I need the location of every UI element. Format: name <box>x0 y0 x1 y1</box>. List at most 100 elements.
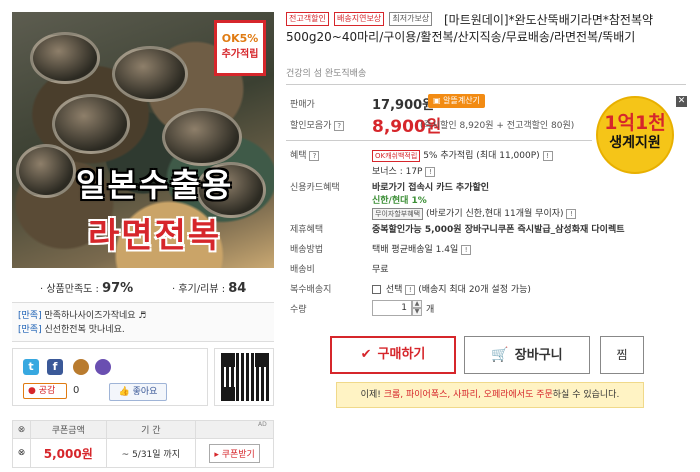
kakaostory-icon[interactable] <box>73 359 89 375</box>
review-label: · 후기/리뷰 : <box>172 284 226 295</box>
shipping-method: 택배 평균배송일 1.4일 <box>372 245 459 255</box>
facebook-icon[interactable]: f <box>47 359 63 375</box>
review-item[interactable]: [만족] 신선한전복 맛나네요. <box>18 323 268 337</box>
abalone-shape <box>16 144 76 198</box>
ok-cashback-text: 5% 추가적립 (최대 11,000P) <box>423 151 540 161</box>
cart-label: 장바구니 <box>514 348 563 363</box>
info-icon[interactable]: ! <box>566 208 577 219</box>
qty-decrease-icon[interactable]: ▼ <box>412 308 422 316</box>
discount-label: 할인모음가 <box>290 121 332 131</box>
qr-box <box>214 348 274 406</box>
check-icon: ✔ <box>360 347 372 362</box>
calculator-button[interactable]: ▣ 알뜰계산기 <box>428 94 485 108</box>
shipping-fee: 무료 <box>372 265 389 275</box>
satisfaction: · 상품만족도 : 97% <box>40 280 133 296</box>
multi-ship-row: 선택 ! (배송지 최대 20개 설정 가능) <box>372 282 531 295</box>
promo-badge[interactable]: 1억1천 생계지원 <box>596 96 674 174</box>
card-title: 바로가기 접속시 카드 추가할인 <box>372 180 489 193</box>
discount-label-row: 할인모음가 ? <box>290 118 345 131</box>
benefit-label: 혜택 <box>290 151 307 161</box>
review-preview: [만족] 만족하나사이즈가작네요 ♬ [만족] 신선한전복 맛나네요. <box>12 302 274 342</box>
ratings-bar: · 상품만족도 : 97% · 후기/리뷰 : 84 <box>12 278 274 298</box>
coupon-icon: ⊗ <box>12 438 31 468</box>
share-box: t f ● 공감 0 👍 좋아요 <box>12 348 208 406</box>
cart-button[interactable]: 🛒 장바구니 <box>464 336 590 374</box>
gonggam-button[interactable]: ● 공감 <box>23 383 67 399</box>
partner-text[interactable]: 중복할인가능 5,000원 장바구니쿠폰 즉시발급_삼성화재 다이렉트 <box>372 222 625 235</box>
ok-cashback-row: OK캐쉬백적립 5% 추가적립 (최대 11,000P) ! <box>372 148 553 162</box>
coupon-header-icon: ⊗ <box>12 419 31 440</box>
promo-line2: 생계지원 <box>609 135 661 151</box>
partner-label: 제휴혜택 <box>290 225 324 235</box>
promo-line1: 1억1천 <box>604 112 666 134</box>
multi-ship-option: 선택 <box>385 285 403 295</box>
chat-icon[interactable] <box>95 359 111 375</box>
qty-unit: 개 <box>426 305 435 315</box>
shipping-method-row: 택배 평균배송일 1.4일 ! <box>372 242 472 255</box>
info-icon[interactable]: ! <box>461 244 472 255</box>
multi-ship-label: 복수배송지 <box>290 285 332 295</box>
help-icon[interactable]: ? <box>334 120 345 131</box>
image-overlay-title1: 일본수출용 <box>76 166 234 204</box>
image-overlay-title2: 라면전복 <box>88 216 222 256</box>
notice-browsers: 크롬, 파이어폭스, 사파리, 오페라에서도 주문 <box>383 390 553 400</box>
review-tag: [만족] <box>18 311 42 321</box>
card-label: 신용카드혜택 <box>290 183 340 193</box>
info-icon[interactable]: ! <box>405 284 416 295</box>
product-subtitle: 건강의 섬 완도직배송 <box>286 69 367 79</box>
coupon-header-period: 기 간 <box>105 419 197 440</box>
satisfaction-value: 97% <box>102 281 134 296</box>
abalone-shape <box>30 32 100 84</box>
qty-increase-icon[interactable]: ▲ <box>412 300 422 308</box>
multi-ship-checkbox[interactable] <box>372 285 381 294</box>
benefit-label-row: 혜택 ? <box>290 148 320 161</box>
review-value: 84 <box>228 281 247 296</box>
quantity-input[interactable]: 1 <box>372 300 412 316</box>
review-item[interactable]: [만족] 만족하나사이즈가작네요 ♬ <box>18 309 268 323</box>
wish-button[interactable]: 찜 <box>600 336 644 374</box>
qr-code-icon <box>221 353 269 401</box>
close-icon[interactable]: ✕ <box>676 96 687 107</box>
gonggam-label: 공감 <box>38 386 56 396</box>
coupon-period: ~ 5/31일 까지 <box>105 438 197 468</box>
like-label: 좋아요 <box>132 387 158 397</box>
gonggam-count: 0 <box>73 385 80 396</box>
badge-line1: OK5% <box>221 32 259 45</box>
divider <box>286 140 592 141</box>
multi-ship-note: (배송지 최대 20개 설정 가능) <box>418 285 531 295</box>
bonus-row: 보너스 : 17P ! <box>372 164 436 177</box>
notice-suffix: 하실 수 있습니다. <box>552 390 620 400</box>
badge-line2: 추가적립 <box>221 49 259 60</box>
installment-text: (바로가기 신한,현대 11개월 무이자) <box>425 209 564 219</box>
review-text: 만족하나사이즈가작네요 ♬ <box>44 311 147 321</box>
satisfaction-label: · 상품만족도 : <box>40 284 99 295</box>
like-button[interactable]: 👍 좋아요 <box>109 383 167 401</box>
get-coupon-button[interactable]: ▸ 쿠폰받기 <box>209 443 260 463</box>
product-image[interactable]: OK5% 추가적립 일본수출용 라면전복 <box>12 12 274 268</box>
notice-prefix: 이제 <box>360 390 378 400</box>
divider <box>286 84 686 85</box>
calculator-label: 알뜰계산기 <box>443 96 480 105</box>
review-text: 신선한전복 맛나네요. <box>44 325 125 335</box>
price-label: 판매가 <box>290 100 315 110</box>
review-tag: [만족] <box>18 325 42 335</box>
help-icon[interactable]: ? <box>309 150 320 161</box>
qty-label: 수량 <box>290 305 307 315</box>
get-coupon-label: 쿠폰받기 <box>221 449 255 460</box>
coupon-table: ⊗ 쿠폰금액 기 간 ⊗ 5,000원 ~ 5/31일 까지 ▸ 쿠폰받기 <box>12 419 274 468</box>
ok-cashback-pill: OK캐쉬백적립 <box>372 150 421 162</box>
buy-label: 구매하기 <box>377 347 426 362</box>
buy-button[interactable]: ✔ 구매하기 <box>330 336 456 374</box>
card-title-text: 바로가기 접속시 카드 추가할인 <box>372 183 490 193</box>
coupon-header-amount: 쿠폰금액 <box>30 419 107 440</box>
abalone-shape <box>52 94 130 154</box>
review-count[interactable]: · 후기/리뷰 : 84 <box>172 280 246 296</box>
info-icon[interactable]: ! <box>425 166 436 177</box>
discount-detail: (즉시할인 8,920원 + 전고객할인 80원) <box>420 121 575 131</box>
ok-cashback-badge: OK5% 추가적립 <box>214 20 266 76</box>
installment-pill: 무이자할부혜택 <box>372 208 424 220</box>
twitter-icon[interactable]: t <box>23 359 39 375</box>
shipping-method-label: 배송방법 <box>290 245 324 255</box>
ad-label: AD <box>258 421 267 428</box>
info-icon[interactable]: ! <box>542 150 553 161</box>
